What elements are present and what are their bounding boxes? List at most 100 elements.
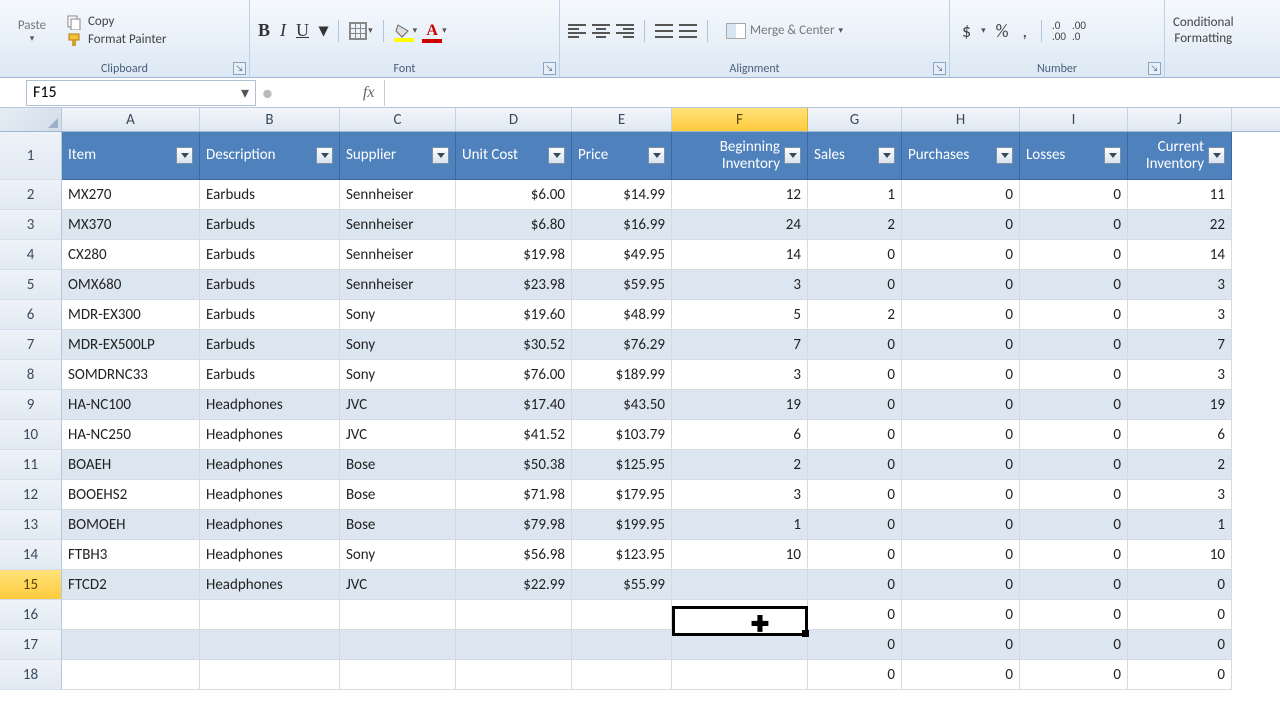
cell-J11[interactable]: 2 (1128, 450, 1232, 480)
cell-B17[interactable] (200, 630, 340, 660)
cell-J10[interactable]: 6 (1128, 420, 1232, 450)
cell-B16[interactable] (200, 600, 340, 630)
cell-D9[interactable]: $17.40 (456, 390, 572, 420)
select-all-corner[interactable] (0, 108, 62, 131)
row-header-4[interactable]: 4 (0, 240, 62, 270)
cell-B3[interactable]: Earbuds (200, 210, 340, 240)
cell-C17[interactable] (340, 630, 456, 660)
filter-button[interactable] (548, 147, 565, 164)
cell-C6[interactable]: Sony (340, 300, 456, 330)
paste-button[interactable]: Paste ▾ (8, 18, 56, 44)
row-header-9[interactable]: 9 (0, 390, 62, 420)
percent-button[interactable]: % (992, 20, 1013, 42)
cell-B15[interactable]: Headphones (200, 570, 340, 600)
cell-E13[interactable]: $199.95 (572, 510, 672, 540)
filter-button[interactable] (996, 147, 1013, 164)
fx-icon[interactable]: fx (363, 84, 375, 102)
row-header-5[interactable]: 5 (0, 270, 62, 300)
cell-J16[interactable]: 0 (1128, 600, 1232, 630)
cell-I7[interactable]: 0 (1020, 330, 1128, 360)
cell-D17[interactable] (456, 630, 572, 660)
cell-G10[interactable]: 0 (808, 420, 902, 450)
cell-A16[interactable] (62, 600, 200, 630)
cell-D3[interactable]: $6.80 (456, 210, 572, 240)
cell-B13[interactable]: Headphones (200, 510, 340, 540)
cell-B7[interactable]: Earbuds (200, 330, 340, 360)
cell-F16[interactable] (672, 600, 808, 630)
cell-H14[interactable]: 0 (902, 540, 1020, 570)
cell-J5[interactable]: 3 (1128, 270, 1232, 300)
cell-H11[interactable]: 0 (902, 450, 1020, 480)
currency-button[interactable]: $ (958, 20, 975, 42)
chevron-down-icon[interactable]: ▾ (319, 20, 328, 41)
cell-G3[interactable]: 2 (808, 210, 902, 240)
cell-F18[interactable] (672, 660, 808, 690)
cell-E14[interactable]: $123.95 (572, 540, 672, 570)
cell-A18[interactable] (62, 660, 200, 690)
cell-D14[interactable]: $56.98 (456, 540, 572, 570)
cell-C13[interactable]: Bose (340, 510, 456, 540)
column-header-F[interactable]: F (672, 108, 808, 131)
cell-A3[interactable]: MX370 (62, 210, 200, 240)
cell-D6[interactable]: $19.60 (456, 300, 572, 330)
decrease-decimal-button[interactable]: .00.0 (1072, 20, 1086, 42)
column-header-C[interactable]: C (340, 108, 456, 131)
cell-I8[interactable]: 0 (1020, 360, 1128, 390)
cell-H6[interactable]: 0 (902, 300, 1020, 330)
row-header-12[interactable]: 12 (0, 480, 62, 510)
increase-decimal-button[interactable]: .0.00 (1052, 20, 1066, 42)
cell-H9[interactable]: 0 (902, 390, 1020, 420)
cell-B9[interactable]: Headphones (200, 390, 340, 420)
cell-H4[interactable]: 0 (902, 240, 1020, 270)
conditional-formatting-button[interactable]: Conditional Formatting (1173, 15, 1234, 46)
cell-C16[interactable] (340, 600, 456, 630)
cell-G17[interactable]: 0 (808, 630, 902, 660)
cell-F13[interactable]: 1 (672, 510, 808, 540)
cell-C3[interactable]: Sennheiser (340, 210, 456, 240)
cell-I2[interactable]: 0 (1020, 180, 1128, 210)
cell-E10[interactable]: $103.79 (572, 420, 672, 450)
cell-J3[interactable]: 22 (1128, 210, 1232, 240)
cell-G16[interactable]: 0 (808, 600, 902, 630)
cell-H13[interactable]: 0 (902, 510, 1020, 540)
cell-A10[interactable]: HA-NC250 (62, 420, 200, 450)
cell-E17[interactable] (572, 630, 672, 660)
cell-A14[interactable]: FTBH3 (62, 540, 200, 570)
cell-F17[interactable] (672, 630, 808, 660)
cell-E4[interactable]: $49.95 (572, 240, 672, 270)
cell-B12[interactable]: Headphones (200, 480, 340, 510)
font-dialog-launcher[interactable]: ↘ (543, 62, 556, 75)
cell-C14[interactable]: Sony (340, 540, 456, 570)
cell-I11[interactable]: 0 (1020, 450, 1128, 480)
cell-F5[interactable]: 3 (672, 270, 808, 300)
cell-A7[interactable]: MDR-EX500LP (62, 330, 200, 360)
cell-G7[interactable]: 0 (808, 330, 902, 360)
comma-button[interactable]: , (1019, 20, 1032, 42)
borders-button[interactable]: ▾ (349, 22, 373, 40)
fill-color-button[interactable]: ▾ (394, 23, 418, 39)
spreadsheet-grid[interactable]: ABCDEFGHIJ 1ItemDescriptionSupplierUnit … (0, 108, 1280, 690)
column-header-J[interactable]: J (1128, 108, 1232, 131)
cell-F15[interactable] (672, 570, 808, 600)
cell-D2[interactable]: $6.00 (456, 180, 572, 210)
cell-E2[interactable]: $14.99 (572, 180, 672, 210)
cell-C9[interactable]: JVC (340, 390, 456, 420)
cell-B6[interactable]: Earbuds (200, 300, 340, 330)
cell-J7[interactable]: 7 (1128, 330, 1232, 360)
cell-F3[interactable]: 24 (672, 210, 808, 240)
clipboard-dialog-launcher[interactable]: ↘ (233, 62, 246, 75)
row-header-15[interactable]: 15 (0, 570, 62, 600)
cell-I15[interactable]: 0 (1020, 570, 1128, 600)
cell-H17[interactable]: 0 (902, 630, 1020, 660)
filter-button[interactable] (1208, 147, 1225, 164)
cell-G12[interactable]: 0 (808, 480, 902, 510)
row-header-10[interactable]: 10 (0, 420, 62, 450)
row-header-1[interactable]: 1 (0, 132, 62, 180)
cell-J2[interactable]: 11 (1128, 180, 1232, 210)
cell-J9[interactable]: 19 (1128, 390, 1232, 420)
cell-A8[interactable]: SOMDRNC33 (62, 360, 200, 390)
cell-I18[interactable]: 0 (1020, 660, 1128, 690)
cell-F10[interactable]: 6 (672, 420, 808, 450)
cell-D18[interactable] (456, 660, 572, 690)
column-header-H[interactable]: H (902, 108, 1020, 131)
